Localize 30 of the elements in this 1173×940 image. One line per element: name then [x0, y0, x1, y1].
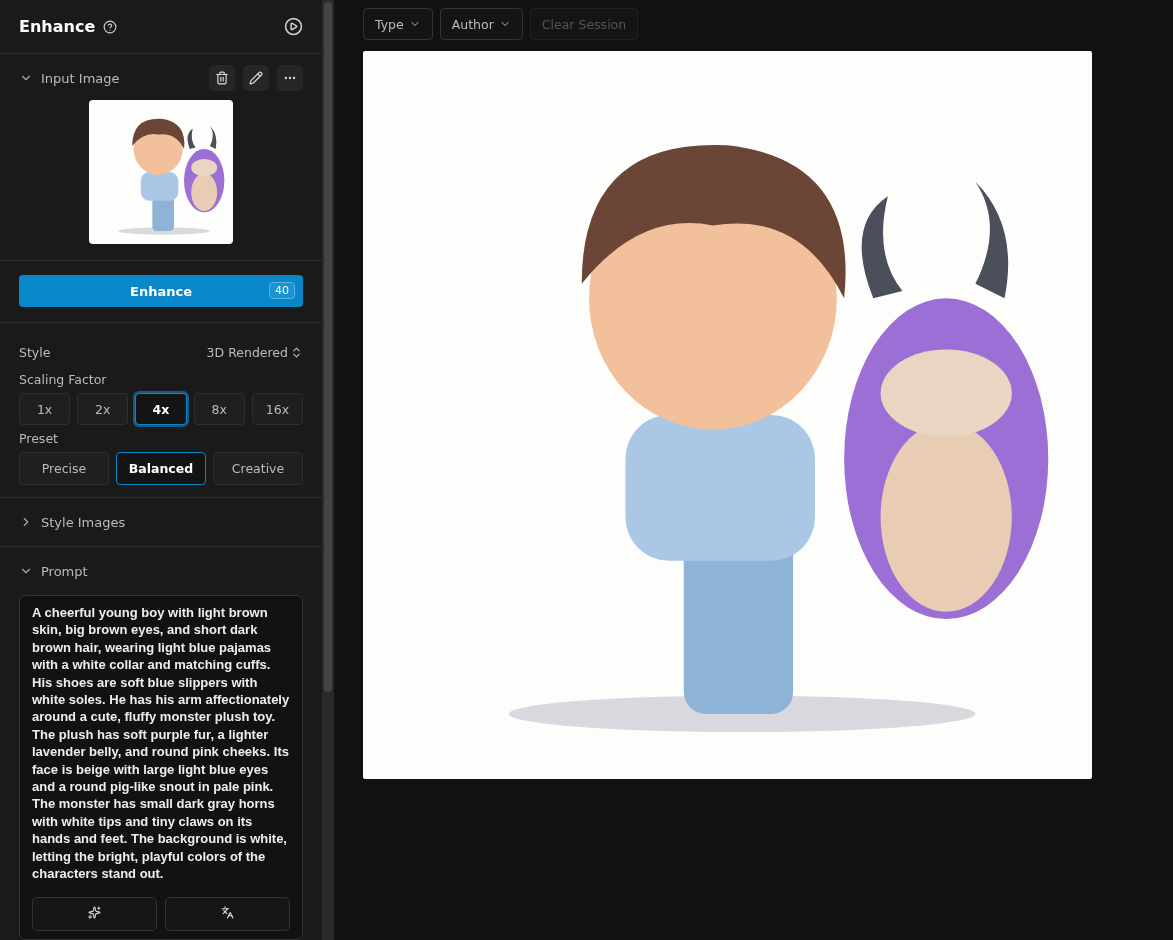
credit-count: 40: [269, 282, 295, 299]
section-title[interactable]: Style Images: [41, 514, 126, 530]
up-down-icon: [290, 346, 303, 359]
panel-title: Enhance: [19, 17, 96, 36]
translate-icon: [221, 905, 234, 919]
trash-icon: [215, 71, 229, 85]
play-icon[interactable]: [284, 17, 303, 36]
scale-option[interactable]: 4x: [135, 393, 187, 425]
preset-option[interactable]: Balanced: [116, 452, 206, 485]
help-icon[interactable]: [103, 19, 118, 34]
edit-button[interactable]: [243, 65, 269, 91]
sparkle-icon: [88, 905, 101, 919]
preset-option[interactable]: Creative: [213, 452, 303, 485]
enhance-button[interactable]: Enhance 40: [19, 275, 303, 307]
scaling-label: Scaling Factor: [19, 372, 108, 387]
scale-option[interactable]: 2x: [77, 393, 129, 425]
style-select[interactable]: 3D Rendered: [206, 345, 303, 360]
filter-dropdown[interactable]: Type: [363, 8, 433, 40]
preset-label: Preset: [19, 431, 59, 446]
style-label: Style: [19, 345, 51, 360]
scale-option[interactable]: 8x: [193, 393, 245, 425]
filter-dropdown[interactable]: Author: [439, 8, 523, 40]
section-title[interactable]: Prompt: [41, 563, 88, 579]
scrollbar[interactable]: [322, 0, 334, 940]
scale-option[interactable]: 16x: [251, 393, 303, 425]
section-title[interactable]: Input Image: [41, 70, 120, 86]
delete-button[interactable]: [209, 65, 235, 91]
scale-option[interactable]: 1x: [19, 393, 71, 425]
pencil-icon: [249, 71, 263, 85]
preset-option[interactable]: Precise: [19, 452, 109, 485]
